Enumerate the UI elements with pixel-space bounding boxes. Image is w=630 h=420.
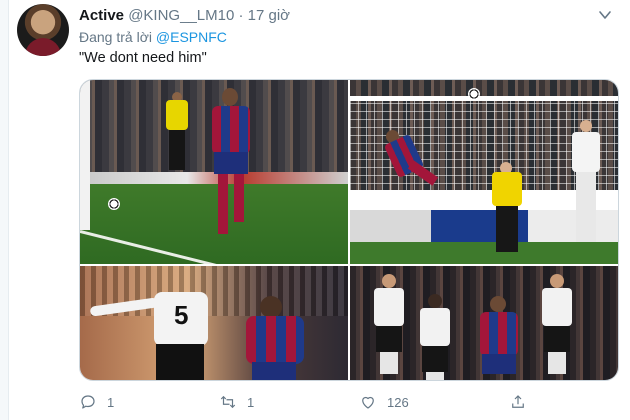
photo-messi-celebration[interactable] <box>80 80 348 264</box>
display-name[interactable]: Active <box>79 7 124 24</box>
retweet-count: 1 <box>247 394 255 410</box>
mention-link[interactable]: @ESPNFC <box>156 29 227 45</box>
goal-post <box>80 80 90 230</box>
barcelona-player-figure <box>240 296 310 380</box>
united-player-figure <box>418 294 452 380</box>
tweet-actions: 1 1 126 <box>79 392 549 412</box>
football <box>468 88 480 100</box>
united-player-figure <box>540 274 574 374</box>
left-frame-edge <box>0 0 9 420</box>
like-button[interactable]: 126 <box>359 392 409 412</box>
chevron-down-icon[interactable] <box>598 8 612 22</box>
united-player-figure: 5 <box>89 282 216 380</box>
media-grid: 5 <box>79 79 619 381</box>
reply-count: 1 <box>107 394 115 410</box>
speech-bubble-icon <box>81 395 95 409</box>
defender-figure <box>570 120 602 250</box>
retweet-arrows-icon <box>220 395 236 409</box>
photo-fabregas-vs-united[interactable]: 5 <box>80 266 348 380</box>
tweet-time[interactable]: 17 giờ <box>248 7 290 24</box>
heart-icon <box>362 396 374 409</box>
tweet-text: "We dont need him" <box>79 50 207 66</box>
replying-to: Đang trả lời @ESPNFC <box>79 29 227 45</box>
photo-messi-header-goal[interactable] <box>350 80 618 264</box>
like-count: 126 <box>387 394 409 410</box>
crossbar <box>350 96 618 101</box>
tweet[interactable]: Active @KING__LM10 · 17 giờ Đang trả lời… <box>9 0 630 420</box>
separator-dot: · <box>238 7 244 24</box>
united-player-figure <box>372 274 406 374</box>
referee-figure <box>166 92 188 172</box>
goalkeeper-figure <box>490 162 524 254</box>
heading-player-figure <box>380 130 440 210</box>
tweet-header: Active @KING__LM10 · 17 giờ <box>79 7 290 25</box>
barcelona-player-figure <box>208 88 254 254</box>
photo-barcelona-vs-united-players[interactable] <box>350 266 618 380</box>
share-button[interactable] <box>509 392 527 412</box>
barcelona-player-figure <box>474 296 524 380</box>
avatar-shirt <box>25 38 61 56</box>
football <box>108 198 120 210</box>
share-upload-icon <box>512 395 524 408</box>
reply-prefix: Đang trả lời <box>79 29 152 45</box>
retweet-button[interactable]: 1 <box>219 392 254 412</box>
reply-button[interactable]: 1 <box>79 392 114 412</box>
user-handle[interactable]: @KING__LM10 <box>128 7 234 24</box>
avatar[interactable] <box>17 4 69 56</box>
